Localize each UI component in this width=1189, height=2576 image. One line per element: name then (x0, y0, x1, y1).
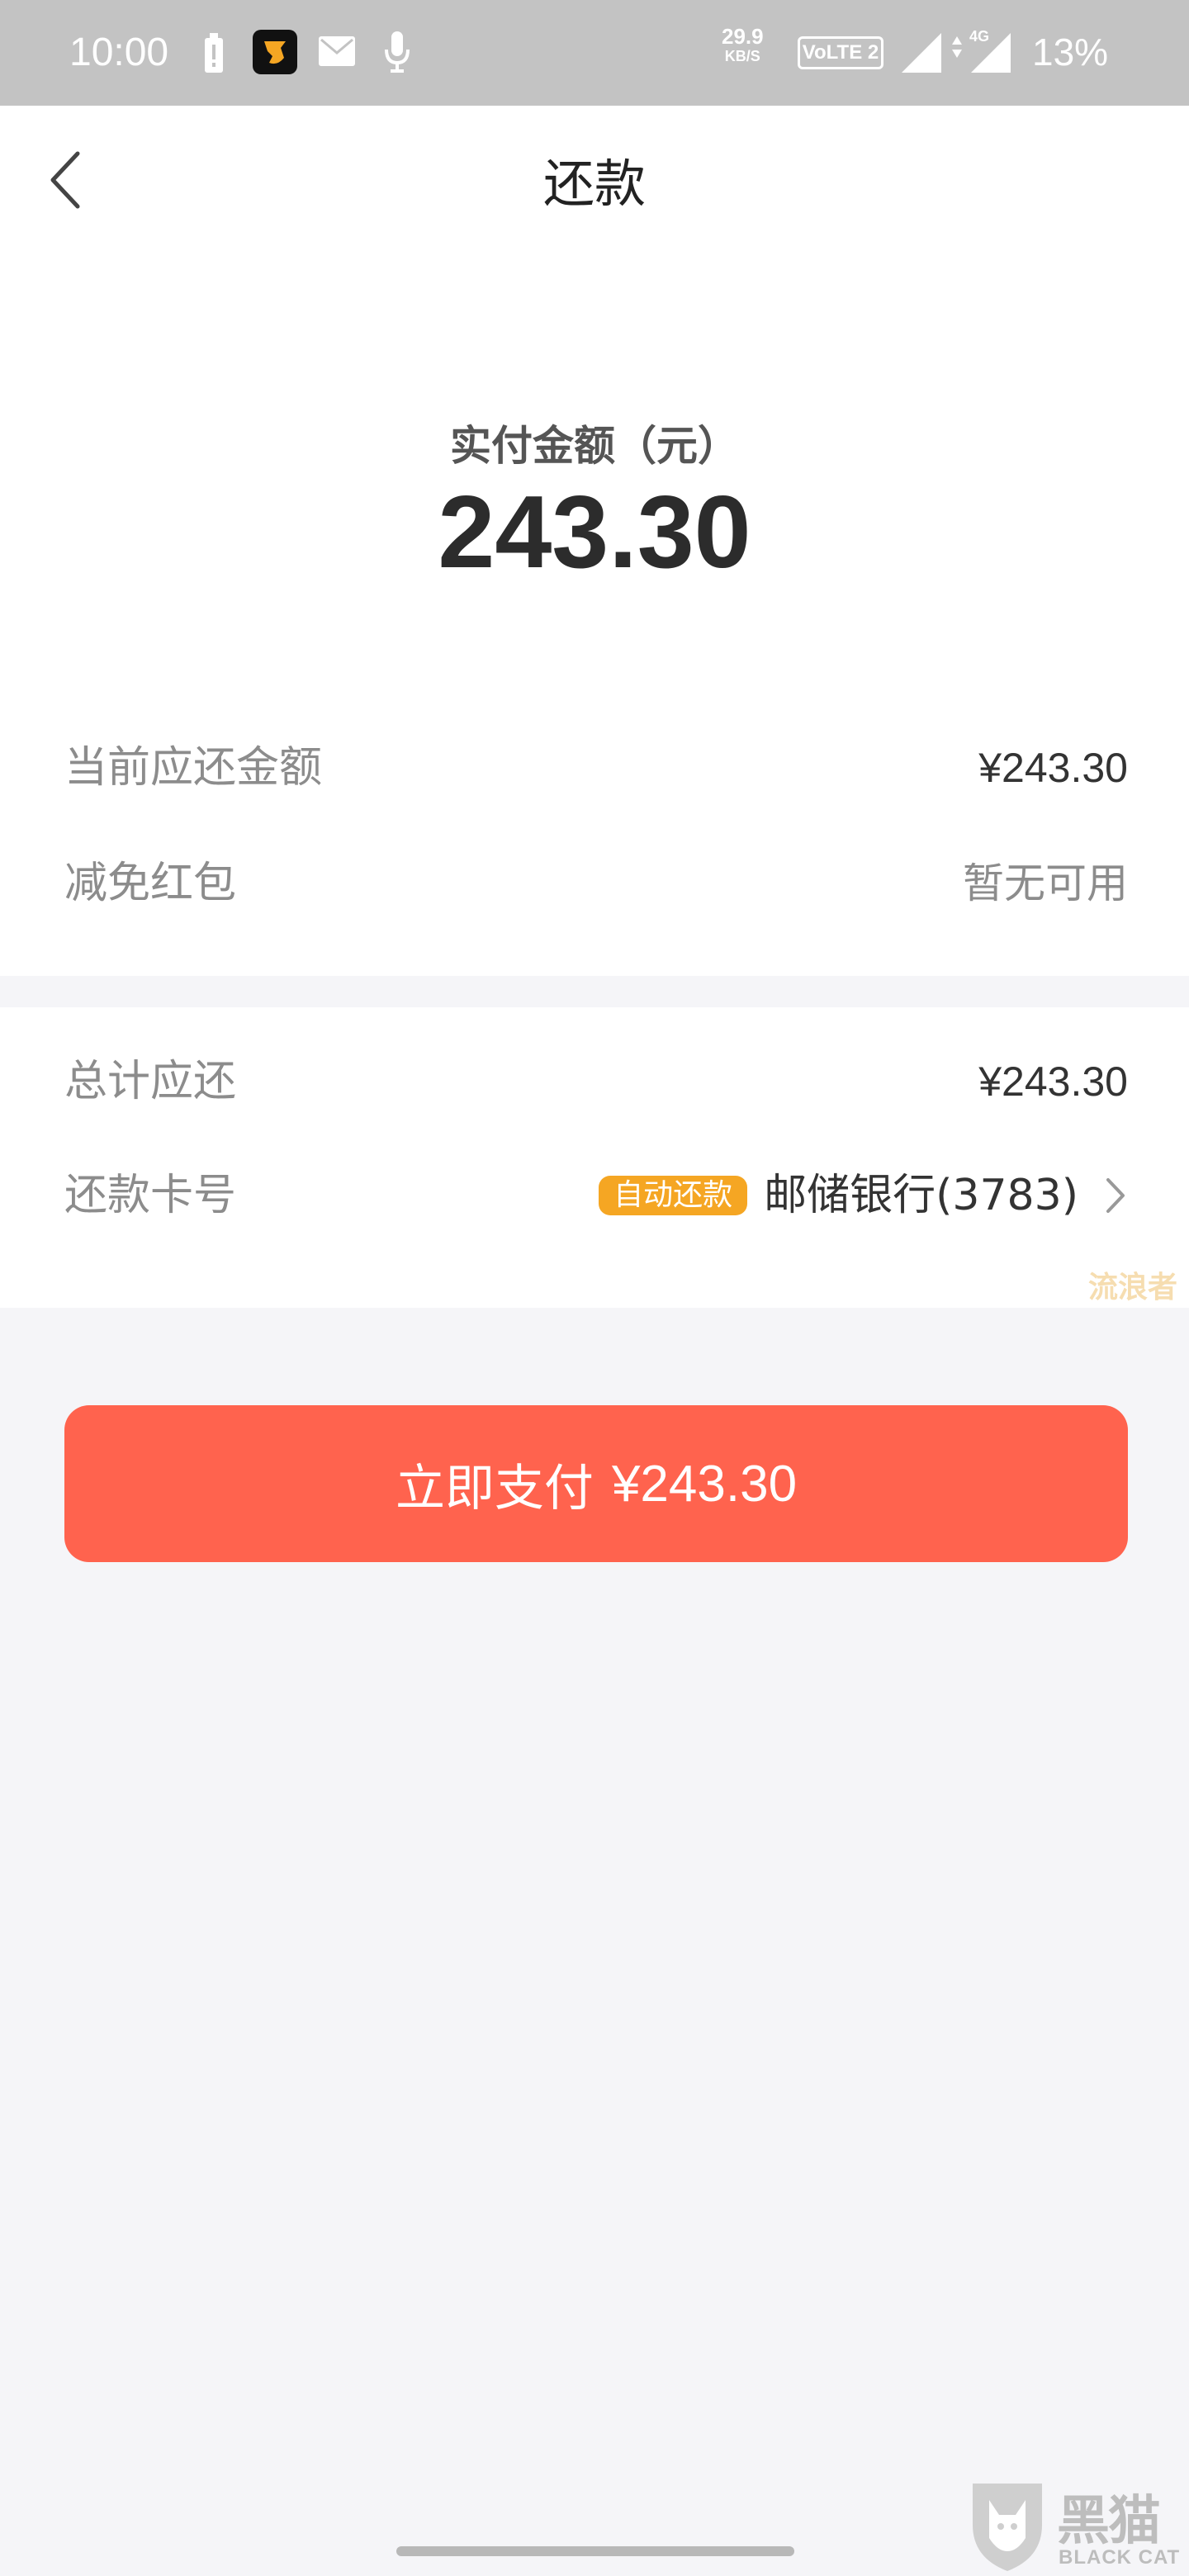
total-due-value: ¥243.30 (978, 1058, 1128, 1105)
home-indicator[interactable] (396, 2546, 794, 2556)
pay-now-button[interactable]: 立即支付 ¥243.30 (64, 1405, 1128, 1562)
signal-icon (902, 33, 941, 73)
app-header: 还款 (0, 106, 1189, 251)
discount-row[interactable]: 减免红包 暂无可用 (64, 850, 1128, 916)
auto-repay-badge: 自动还款 (599, 1176, 748, 1215)
microphone-icon (385, 31, 410, 73)
cat-shield-icon (973, 2484, 1042, 2571)
watermark-text: 流浪者 (1088, 1271, 1178, 1305)
network-speed: 29.9 KB/S (722, 26, 764, 66)
total-due-row: 总计应还 ¥243.30 (64, 1049, 1128, 1115)
battery-percent: 13% (1032, 31, 1109, 73)
battery-alert-icon (205, 33, 223, 73)
total-due-label: 总计应还 (64, 1057, 237, 1106)
bank-card-row[interactable]: 还款卡号 自动还款 邮储银行(3783) (64, 1163, 1128, 1229)
bank-card-value: 邮储银行(3783) (764, 1171, 1078, 1220)
status-time: 10:00 (69, 31, 169, 74)
repayment-card: 总计应还 ¥243.30 还款卡号 自动还款 邮储银行(3783) (0, 1007, 1189, 1308)
paid-amount-label: 实付金额（元） (450, 422, 739, 470)
app-notification-icon (253, 30, 297, 74)
brand-name-cn: 黑猫 (1057, 2491, 1161, 2552)
current-due-label: 当前应还金额 (64, 743, 323, 793)
paid-amount-value: 243.30 (438, 476, 751, 590)
current-due-row: 当前应还金额 ¥243.30 (64, 735, 1128, 801)
network-speed-value: 29.9 (722, 24, 764, 49)
network-speed-unit: KB/S (724, 48, 760, 64)
current-due-value: ¥243.30 (978, 745, 1128, 791)
pay-now-label: 立即支付 (395, 1459, 594, 1518)
brand-name-en: BLACK CAT (1059, 2546, 1181, 2569)
pay-now-amount: ¥243.30 (611, 1455, 798, 1513)
payment-card: 实付金额（元） 243.30 当前应还金额 ¥243.30 减免红包 暂无可用 (0, 251, 1189, 976)
discount-value: 暂无可用 (963, 859, 1128, 907)
page-title: 还款 (542, 154, 646, 214)
signal-4g-icon (971, 33, 1011, 73)
brand-logo: 黑猫 BLACK CAT (966, 2475, 1181, 2576)
discount-label: 减免红包 (64, 859, 237, 908)
bank-card-label: 还款卡号 (64, 1171, 237, 1220)
status-bar: 10:00 29.9 KB/S VoLTE 2 4G 13% (0, 0, 1189, 106)
bank-card-selector[interactable]: 自动还款 邮储银行(3783) (599, 1163, 1128, 1229)
chevron-right-icon (1106, 1178, 1125, 1213)
mail-icon (319, 36, 355, 66)
data-transfer-icon (952, 36, 962, 58)
volte-badge: VoLTE 2 (798, 36, 883, 69)
